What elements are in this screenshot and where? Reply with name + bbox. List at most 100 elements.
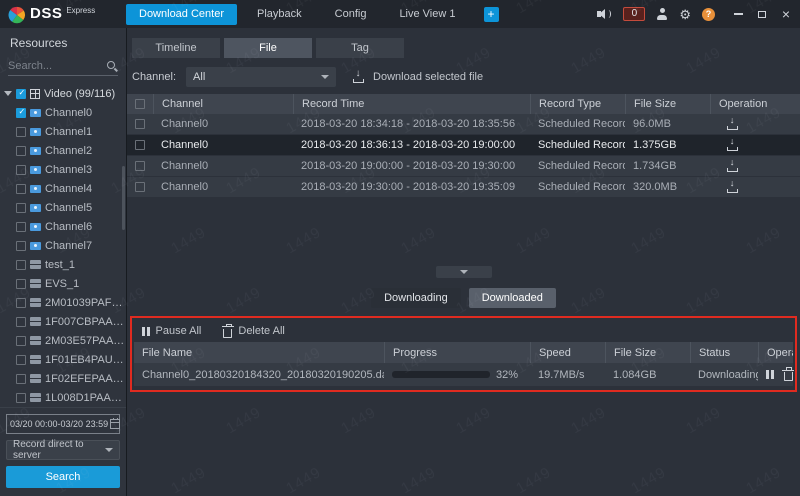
tab-downloading[interactable]: Downloading (371, 288, 461, 308)
tree-item-channel7[interactable]: Channel7 (0, 236, 126, 255)
pause-download-icon[interactable] (766, 370, 774, 379)
col-record-time: Record Time (293, 94, 530, 114)
channel2-checkbox[interactable] (16, 146, 26, 156)
tree-item-label[interactable]: EVS_1 (45, 278, 79, 290)
tree-item-label[interactable]: 1F02EFEPAA00... (45, 373, 126, 385)
tree-item-label[interactable]: Channel3 (45, 164, 92, 176)
collapse-panel-button[interactable] (436, 266, 492, 278)
search-button[interactable]: Search (6, 466, 120, 488)
tree-item-test-1[interactable]: test_1 (0, 255, 126, 274)
row-checkbox[interactable] (135, 161, 145, 171)
tree-root-video[interactable]: Video (99/116) (0, 84, 126, 103)
tab-tag[interactable]: Tag (316, 38, 404, 58)
select-all-checkbox[interactable] (135, 99, 145, 109)
download-file-icon[interactable] (726, 181, 739, 193)
tree-item-device[interactable]: 2M03E57PAA0C... (0, 331, 126, 350)
record-row-selected[interactable]: Channel0 2018-03-20 18:36:13 - 2018-03-2… (127, 135, 800, 156)
tab-downloaded[interactable]: Downloaded (469, 288, 556, 308)
trash-icon (223, 329, 232, 338)
tree-item-label[interactable]: Channel5 (45, 202, 92, 214)
search-input[interactable] (8, 60, 103, 72)
download-file-icon[interactable] (726, 118, 739, 130)
sidebar-scrollbar[interactable] (122, 166, 125, 230)
tab-live-view[interactable]: Live View 1 (386, 4, 468, 25)
close-button[interactable] (780, 8, 792, 20)
tree-item-channel1[interactable]: Channel1 (0, 122, 126, 141)
row-checkbox[interactable] (135, 182, 145, 192)
date-range-input[interactable]: 03/20 00:00-03/20 23:59 (6, 414, 120, 434)
tree-item-label[interactable]: Channel1 (45, 126, 92, 138)
channel5-checkbox[interactable] (16, 203, 26, 213)
tree-item-device[interactable]: 1F007CBPAA00... (0, 312, 126, 331)
tree-root-label[interactable]: Video (99/116) (44, 88, 115, 100)
device-checkbox[interactable] (16, 355, 26, 365)
tree-item-channel3[interactable]: Channel3 (0, 160, 126, 179)
device-checkbox[interactable] (16, 336, 26, 346)
tree-item-label[interactable]: Channel2 (45, 145, 92, 157)
tree-item-label[interactable]: 1F01EB4PAU08... (45, 354, 126, 366)
channel0-checkbox[interactable] (16, 108, 26, 118)
channel6-checkbox[interactable] (16, 222, 26, 232)
tree-expand-caret-icon[interactable] (4, 91, 12, 96)
tree-item-label[interactable]: 1F007CBPAA00... (45, 316, 126, 328)
delete-download-icon[interactable] (784, 372, 793, 381)
tree-item-label[interactable]: test_1 (45, 259, 75, 271)
alarm-count-badge[interactable]: 0 (623, 7, 645, 21)
video-root-checkbox[interactable] (16, 89, 26, 99)
volume-icon[interactable] (597, 8, 612, 20)
help-icon[interactable] (702, 8, 715, 21)
tree-item-evs-1[interactable]: EVS_1 (0, 274, 126, 293)
user-icon[interactable] (656, 8, 668, 20)
channel3-checkbox[interactable] (16, 165, 26, 175)
download-mode-select[interactable]: Record direct to server (6, 440, 120, 460)
download-file-icon[interactable] (726, 160, 739, 172)
device-checkbox[interactable] (16, 317, 26, 327)
tree-item-channel2[interactable]: Channel2 (0, 141, 126, 160)
tab-file[interactable]: File (224, 38, 312, 58)
tree-item-label[interactable]: Channel4 (45, 183, 92, 195)
minimize-button[interactable] (732, 8, 744, 20)
tree-item-label[interactable]: Channel7 (45, 240, 92, 252)
tab-playback[interactable]: Playback (244, 4, 315, 25)
tree-item-channel0[interactable]: Channel0 (0, 103, 126, 122)
device-checkbox[interactable] (16, 393, 26, 403)
channel4-checkbox[interactable] (16, 184, 26, 194)
download-row[interactable]: Channel0_20180320184320_20180320190205.d… (134, 363, 793, 386)
device-checkbox[interactable] (16, 374, 26, 384)
tree-item-label[interactable]: 1L008D1PAA01... (45, 392, 126, 404)
tree-item-device[interactable]: 1L008D1PAA01... (0, 388, 126, 407)
channel-filter-select[interactable]: All (186, 67, 336, 87)
row-checkbox[interactable] (135, 119, 145, 129)
record-row[interactable]: Channel0 2018-03-20 19:00:00 - 2018-03-2… (127, 156, 800, 177)
tree-item-device[interactable]: 1F01EB4PAU08... (0, 350, 126, 369)
tree-item-label[interactable]: 2M01039PAF01... (45, 297, 126, 309)
tab-timeline[interactable]: Timeline (132, 38, 220, 58)
gear-icon[interactable] (679, 8, 691, 21)
device-checkbox[interactable] (16, 298, 26, 308)
search-icon[interactable] (106, 60, 118, 72)
delete-all-button[interactable]: Delete All (223, 325, 284, 338)
tree-item-channel6[interactable]: Channel6 (0, 217, 126, 236)
tree-item-label[interactable]: Channel0 (45, 107, 92, 119)
tree-item-device[interactable]: 1F02EFEPAA00... (0, 369, 126, 388)
maximize-button[interactable] (756, 8, 768, 20)
device-checkbox[interactable] (16, 279, 26, 289)
download-selected-button[interactable]: Download selected file (352, 71, 483, 83)
record-row[interactable]: Channel0 2018-03-20 18:34:18 - 2018-03-2… (127, 114, 800, 135)
tree-item-label[interactable]: Channel6 (45, 221, 92, 233)
channel1-checkbox[interactable] (16, 127, 26, 137)
tree-item-channel4[interactable]: Channel4 (0, 179, 126, 198)
tree-item-device[interactable]: 2M01039PAF01... (0, 293, 126, 312)
tree-item-label[interactable]: 2M03E57PAA0C... (45, 335, 126, 347)
tab-config[interactable]: Config (322, 4, 380, 25)
channel7-checkbox[interactable] (16, 241, 26, 251)
tree-item-channel5[interactable]: Channel5 (0, 198, 126, 217)
download-file-icon[interactable] (726, 139, 739, 151)
record-row[interactable]: Channel0 2018-03-20 19:30:00 - 2018-03-2… (127, 177, 800, 198)
calendar-icon[interactable] (110, 419, 120, 429)
add-tab-button[interactable]: + (484, 7, 499, 22)
device-checkbox[interactable] (16, 260, 26, 270)
pause-all-button[interactable]: Pause All (142, 325, 201, 337)
row-checkbox[interactable] (135, 140, 145, 150)
tab-download-center[interactable]: Download Center (126, 4, 237, 25)
